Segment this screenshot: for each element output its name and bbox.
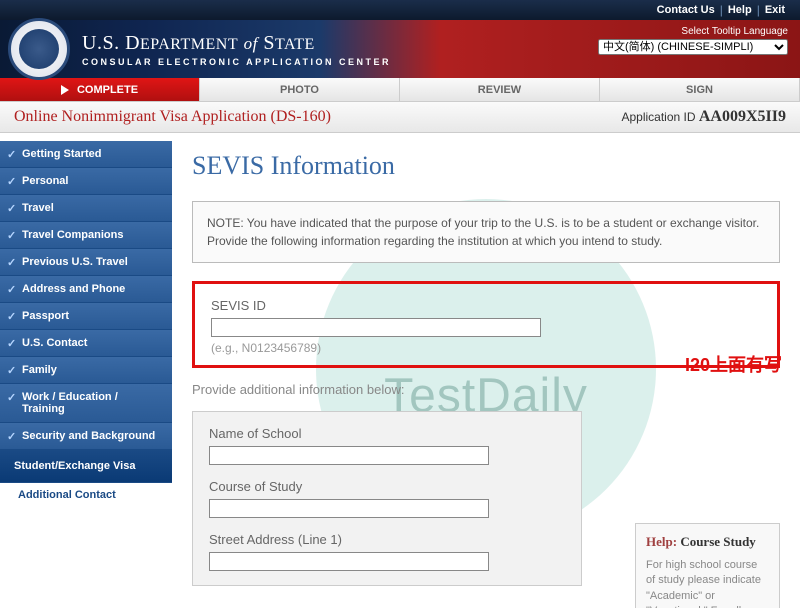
school-label: Name of School (209, 426, 565, 441)
sidebar-item-travel[interactable]: Travel (0, 195, 172, 222)
course-input[interactable] (209, 499, 489, 518)
sidebar-item-security[interactable]: Security and Background (0, 423, 172, 450)
tab-sign[interactable]: SIGN (600, 78, 800, 101)
street1-label: Street Address (Line 1) (209, 532, 565, 547)
tab-complete[interactable]: COMPLETE (0, 78, 200, 101)
sevis-id-hint: (e.g., N0123456789) (211, 341, 761, 355)
step-tabs: COMPLETE PHOTO REVIEW SIGN (0, 78, 800, 102)
page-title: SEVIS Information (192, 151, 780, 181)
help-title: Help: Course Study (646, 534, 769, 550)
additional-info-block: Name of School Course of Study Street Ad… (192, 411, 582, 586)
language-label: Select Tooltip Language (598, 26, 788, 37)
sevis-id-label: SEVIS ID (211, 298, 761, 313)
exit-link[interactable]: Exit (765, 4, 785, 16)
help-panel: Help: Course Study For high school cours… (635, 523, 780, 608)
dept-title-block: U.S. DEPARTMENT of STATE CONSULAR ELECTR… (82, 32, 391, 67)
school-input[interactable] (209, 446, 489, 465)
app-window: Contact Us | Help | Exit U.S. DEPARTMENT… (0, 0, 800, 608)
sidebar-subitem-additional-contact[interactable]: Additional Contact (0, 483, 172, 504)
sidebar-item-address-phone[interactable]: Address and Phone (0, 276, 172, 303)
note-box: NOTE: You have indicated that the purpos… (192, 201, 780, 263)
tab-review[interactable]: REVIEW (400, 78, 600, 101)
header-banner: U.S. DEPARTMENT of STATE CONSULAR ELECTR… (0, 20, 800, 78)
sevis-id-input[interactable] (211, 318, 541, 337)
body-layout: Getting Started Personal Travel Travel C… (0, 133, 800, 604)
contact-link[interactable]: Contact Us (657, 4, 715, 16)
sidebar-nav: Getting Started Personal Travel Travel C… (0, 133, 172, 604)
form-title: Online Nonimmigrant Visa Application (DS… (14, 108, 331, 126)
dept-subtitle: CONSULAR ELECTRONIC APPLICATION CENTER (82, 57, 391, 67)
language-select[interactable]: 中文(简体) (CHINESE-SIMPLI) (598, 39, 788, 55)
dept-title: U.S. DEPARTMENT of STATE (82, 32, 391, 55)
language-selector-block: Select Tooltip Language 中文(简体) (CHINESE-… (598, 26, 788, 55)
top-link-bar: Contact Us | Help | Exit (0, 0, 800, 20)
sidebar-item-us-contact[interactable]: U.S. Contact (0, 330, 172, 357)
page-header-row: Online Nonimmigrant Visa Application (DS… (0, 102, 800, 133)
course-label: Course of Study (209, 479, 565, 494)
sidebar-item-family[interactable]: Family (0, 357, 172, 384)
sidebar-item-travel-companions[interactable]: Travel Companions (0, 222, 172, 249)
street1-input[interactable] (209, 552, 489, 571)
separator: | (720, 3, 723, 17)
help-link[interactable]: Help (728, 4, 752, 16)
help-body: For high school course of study please i… (646, 558, 769, 608)
tab-photo[interactable]: PHOTO (200, 78, 400, 101)
sidebar-item-work-education[interactable]: Work / Education / Training (0, 384, 172, 423)
application-id: Application ID AA009X5II9 (621, 108, 786, 126)
sidebar-item-student-exchange[interactable]: Student/Exchange Visa (0, 450, 172, 483)
main-content: TestDaily SEVIS Information NOTE: You ha… (172, 133, 800, 604)
sidebar-item-personal[interactable]: Personal (0, 168, 172, 195)
annotation-i20: I20上面有写 (685, 351, 782, 377)
section-header: Provide additional information below: (192, 382, 780, 397)
sidebar-item-previous-us-travel[interactable]: Previous U.S. Travel (0, 249, 172, 276)
sidebar-item-getting-started[interactable]: Getting Started (0, 141, 172, 168)
separator: | (757, 3, 760, 17)
state-dept-seal-icon (8, 18, 70, 80)
sidebar-item-passport[interactable]: Passport (0, 303, 172, 330)
